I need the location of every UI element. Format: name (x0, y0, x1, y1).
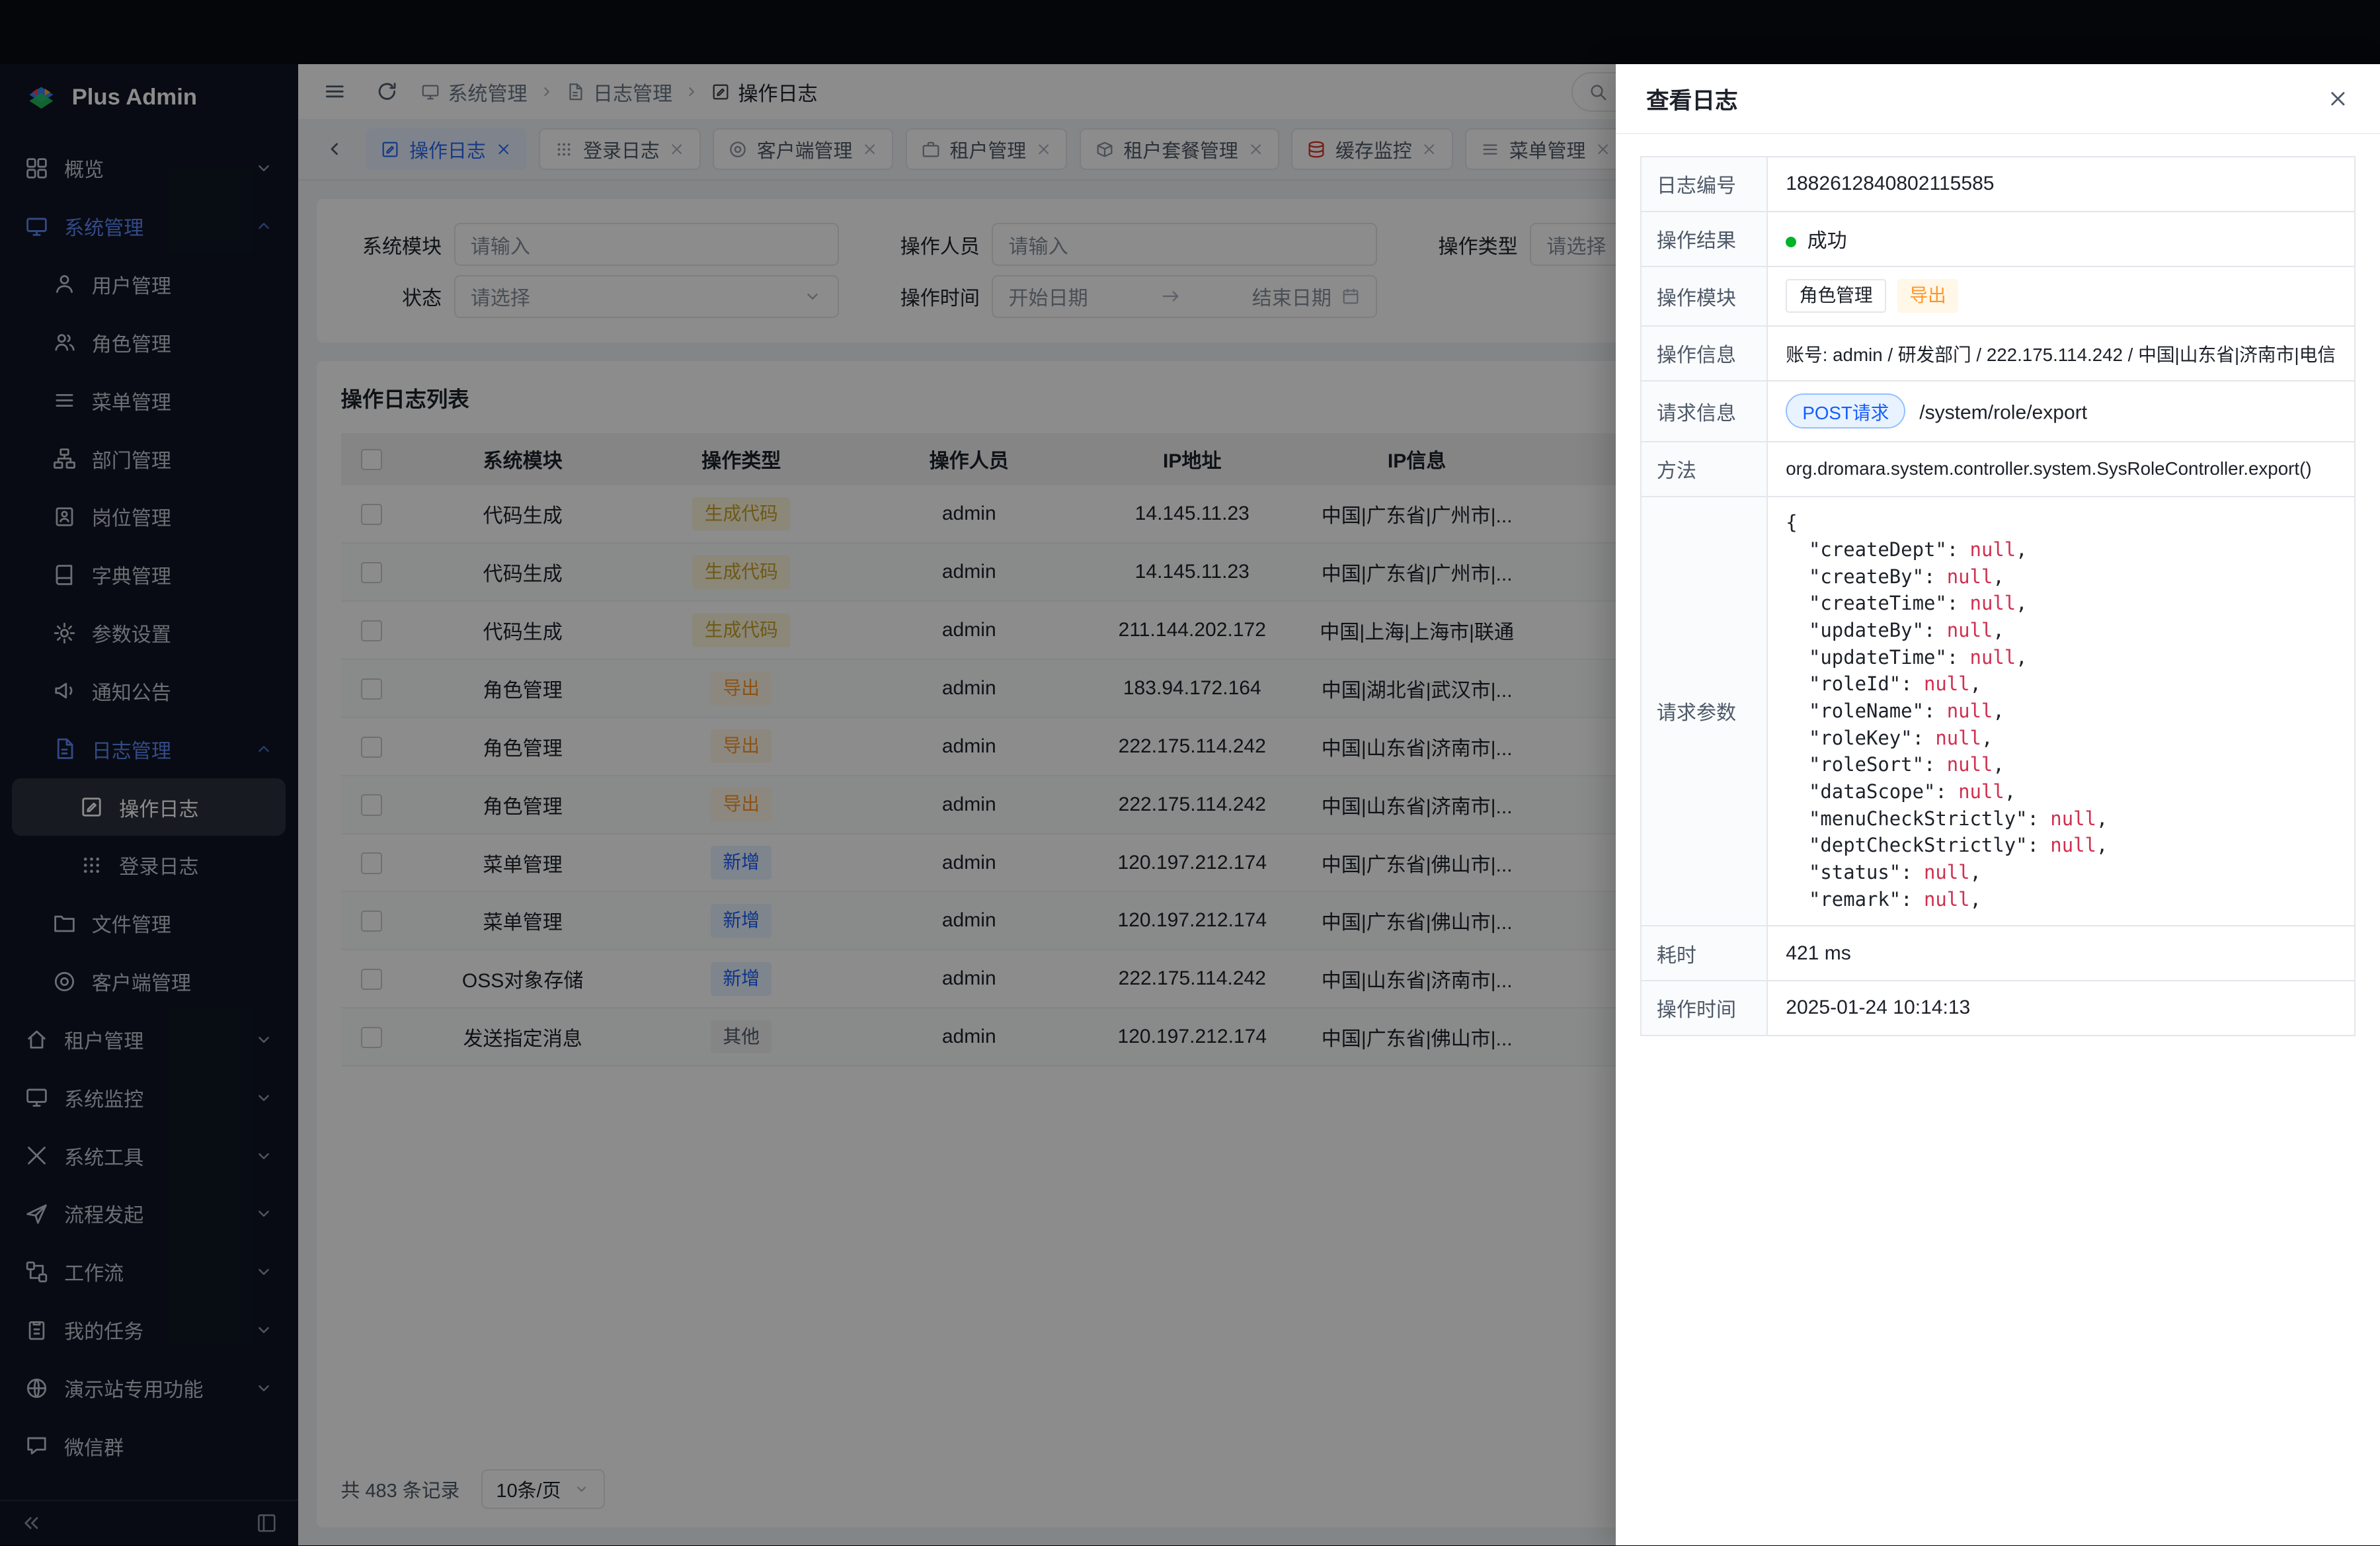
field-label: 请求信息 (1641, 381, 1767, 442)
log-detail-table: 日志编号 1882612840802115585 操作结果 成功 操作模块 角色… (1640, 156, 2356, 1036)
view-log-drawer: 查看日志 日志编号 1882612840802115585 操作结果 成功 操作… (1616, 64, 2380, 1545)
field-method: 方法 org.dromara.system.controller.system.… (1641, 442, 2355, 497)
field-label: 请求参数 (1641, 497, 1767, 926)
field-label: 耗时 (1641, 926, 1767, 981)
top-black-bar (0, 0, 2380, 64)
drawer-title: 查看日志 (1646, 82, 1738, 115)
request-url: /system/role/export (1919, 402, 2087, 424)
result-value: 成功 (1807, 230, 1847, 252)
field-label: 日志编号 (1641, 157, 1767, 212)
field-log-id: 日志编号 1882612840802115585 (1641, 157, 2355, 212)
log-id-value: 1882612840802115585 (1767, 157, 2355, 212)
success-status-dot (1786, 237, 1796, 247)
duration-value: 421 ms (1767, 926, 2355, 981)
field-label: 操作模块 (1641, 266, 1767, 326)
field-label: 操作结果 (1641, 212, 1767, 266)
field-result: 操作结果 成功 (1641, 212, 2355, 266)
field-module: 操作模块 角色管理 导出 (1641, 266, 2355, 326)
field-label: 方法 (1641, 442, 1767, 497)
close-icon[interactable] (2326, 87, 2350, 110)
app-window: Plus Admin 概览 系统管理 用户管理 角色管理 菜单管理 部门管理 岗… (0, 0, 2380, 1545)
http-method-tag: POST请求 (1786, 393, 1905, 428)
module-tag: 角色管理 (1786, 279, 1886, 313)
request-params-json[interactable]: { "createDept": null, "createBy": null, … (1786, 509, 2338, 913)
operation-info-value: 账号: admin / 研发部门 / 222.175.114.242 / 中国|… (1767, 326, 2355, 381)
field-info: 操作信息 账号: admin / 研发部门 / 222.175.114.242 … (1641, 326, 2355, 381)
drawer-header: 查看日志 (1616, 64, 2380, 134)
field-request-params: 请求参数 { "createDept": null, "createBy": n… (1641, 497, 2355, 926)
operation-time-value: 2025-01-24 10:14:13 (1767, 981, 2355, 1036)
drawer-body: 日志编号 1882612840802115585 操作结果 成功 操作模块 角色… (1616, 134, 2380, 1057)
field-label: 操作信息 (1641, 326, 1767, 381)
field-request: 请求信息 POST请求/system/role/export (1641, 381, 2355, 442)
field-label: 操作时间 (1641, 981, 1767, 1036)
field-time: 操作时间 2025-01-24 10:14:13 (1641, 981, 2355, 1036)
field-duration: 耗时 421 ms (1641, 926, 2355, 981)
operation-type-tag: 导出 (1897, 279, 1958, 313)
method-value: org.dromara.system.controller.system.Sys… (1767, 442, 2355, 497)
